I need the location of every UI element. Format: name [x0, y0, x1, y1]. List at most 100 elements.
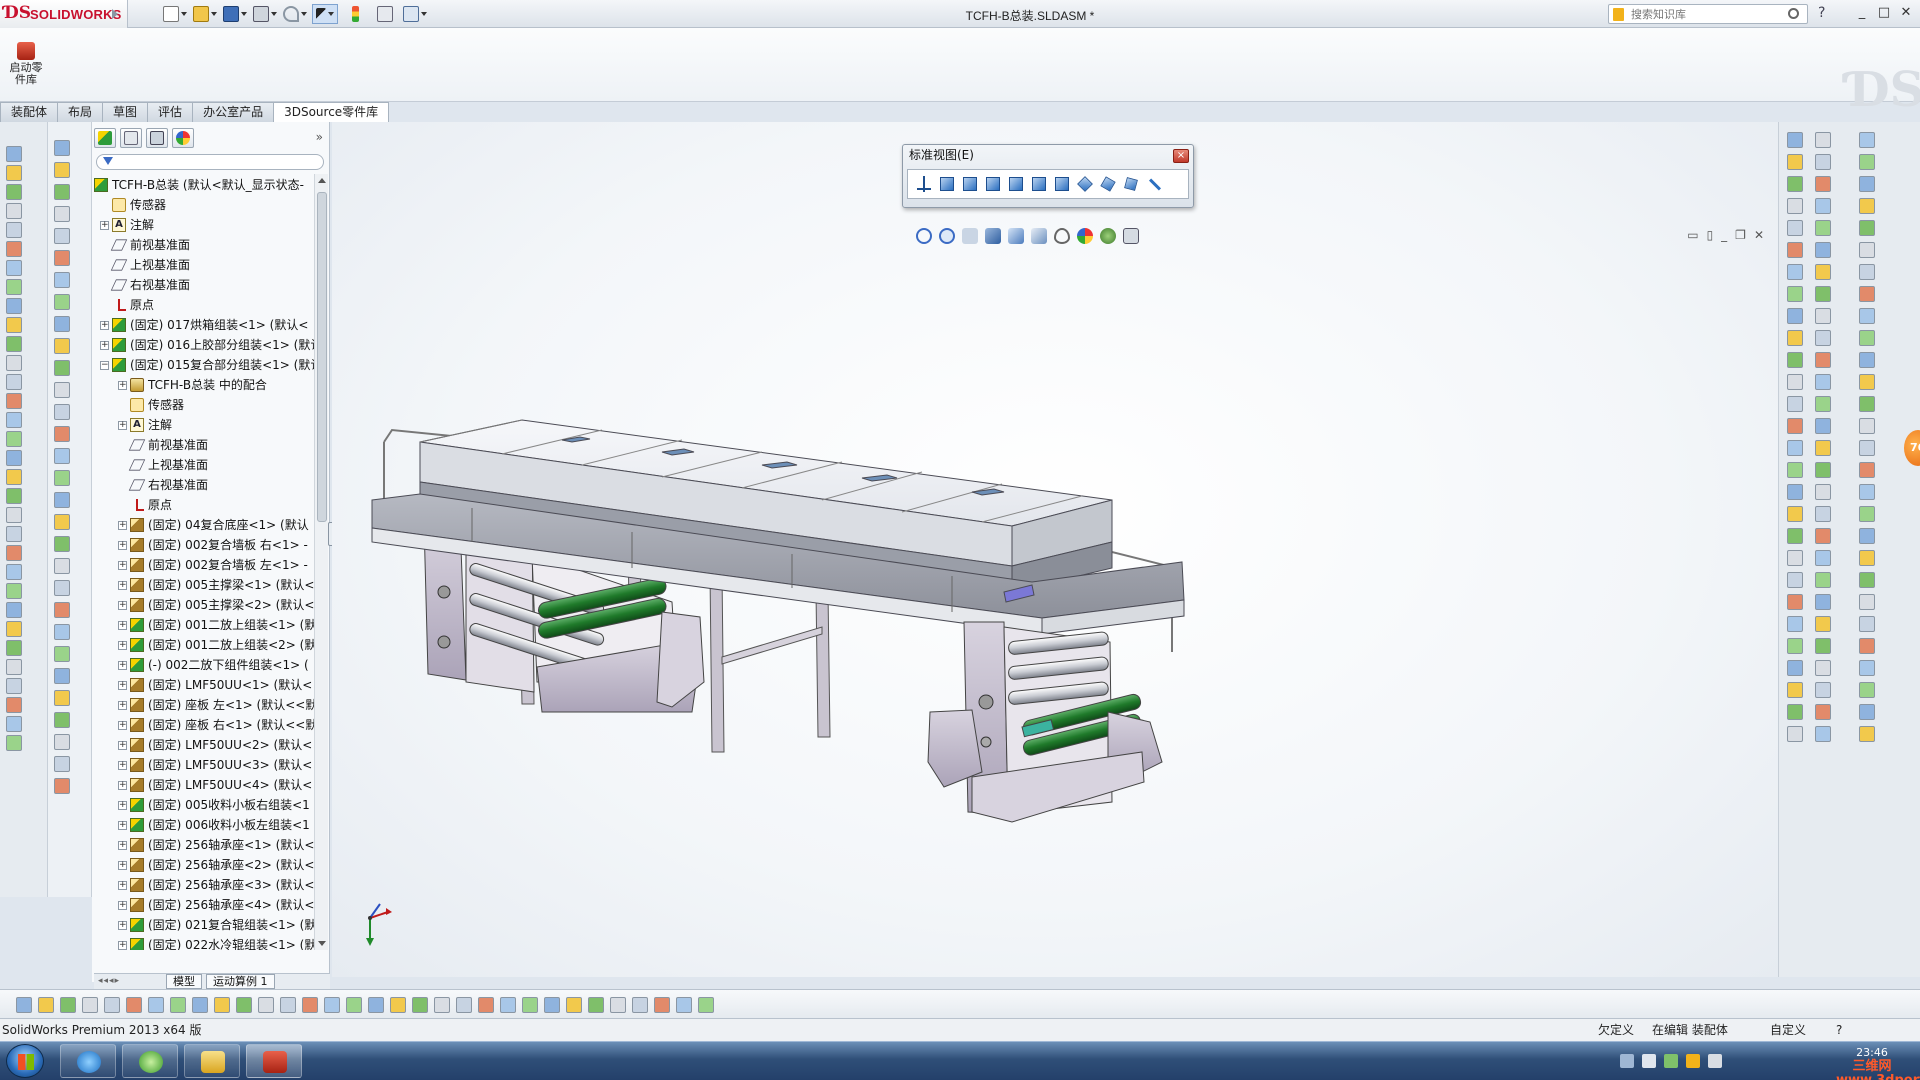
- bottom-tool-icon[interactable]: [346, 997, 362, 1013]
- system-clock[interactable]: 23:46 三维网www.3dportal.cn: [1836, 1046, 1920, 1080]
- expand-toggle-icon[interactable]: +: [118, 841, 127, 850]
- scroll-thumb[interactable]: [317, 192, 327, 522]
- search-knowledge-base[interactable]: [1608, 4, 1808, 24]
- task-pane-tool-icon[interactable]: [1787, 660, 1803, 676]
- help-icon[interactable]: ?: [1818, 5, 1825, 21]
- tree-item[interactable]: + (固定) 006收料小板左组装<1: [92, 816, 314, 834]
- task-pane-tool-icon[interactable]: [1859, 462, 1875, 478]
- bottom-tool-icon[interactable]: [478, 997, 494, 1013]
- bottom-tool-icon[interactable]: [500, 997, 516, 1013]
- tree-item[interactable]: 前视基准面: [92, 236, 314, 254]
- task-pane-tool-icon[interactable]: [1787, 330, 1803, 346]
- tree-item[interactable]: + (固定) 016上胶部分组装<1> (默认: [92, 336, 314, 354]
- tray-help-icon[interactable]: [1642, 1054, 1656, 1068]
- task-pane-tool-icon[interactable]: [1787, 550, 1803, 566]
- tree-item[interactable]: − (固定) 015复合部分组装<1> (默认: [92, 356, 314, 374]
- task-pane-tool-icon[interactable]: [1815, 264, 1831, 280]
- tree-item[interactable]: + TCFH-B总装 中的配合: [92, 376, 314, 394]
- task-pane-tool-icon[interactable]: [1815, 352, 1831, 368]
- left-tool-icon[interactable]: [6, 659, 22, 675]
- assembly-tool-icon[interactable]: [54, 690, 70, 706]
- tray-volume-icon[interactable]: [1708, 1054, 1722, 1068]
- new-document-button[interactable]: [162, 4, 188, 24]
- expand-toggle-icon[interactable]: +: [118, 681, 127, 690]
- left-tool-icon[interactable]: [6, 355, 22, 371]
- assembly-tool-icon[interactable]: [54, 140, 70, 156]
- tree-item[interactable]: + (固定) 002复合墙板 右<1> -: [92, 536, 314, 554]
- bottom-tool-icon[interactable]: [610, 997, 626, 1013]
- expand-toggle-icon[interactable]: +: [118, 621, 127, 630]
- feature-tree-tab[interactable]: [94, 128, 116, 148]
- assembly-tool-icon[interactable]: [54, 536, 70, 552]
- tree-item[interactable]: + (固定) 256轴承座<1> (默认<: [92, 836, 314, 854]
- left-tool-icon[interactable]: [6, 298, 22, 314]
- left-tool-icon[interactable]: [6, 336, 22, 352]
- task-pane-tool-icon[interactable]: [1787, 374, 1803, 390]
- left-tool-icon[interactable]: [6, 564, 22, 580]
- print-button[interactable]: [252, 4, 278, 24]
- tree-item[interactable]: + (固定) 001二放上组装<1> (默: [92, 616, 314, 634]
- tray-flag-icon[interactable]: [1686, 1054, 1700, 1068]
- status-help-icon[interactable]: ?: [1836, 1019, 1842, 1041]
- bottom-tool-icon[interactable]: [214, 997, 230, 1013]
- left-tool-icon[interactable]: [6, 602, 22, 618]
- task-pane-tool-icon[interactable]: [1859, 374, 1875, 390]
- bottom-tool-icon[interactable]: [302, 997, 318, 1013]
- assembly-tool-icon[interactable]: [54, 206, 70, 222]
- tree-item[interactable]: + (固定) 座板 右<1> (默认<<默: [92, 716, 314, 734]
- left-tool-icon[interactable]: [6, 488, 22, 504]
- task-pane-tool-icon[interactable]: [1859, 528, 1875, 544]
- bottom-tool-icon[interactable]: [258, 997, 274, 1013]
- assembly-tool-icon[interactable]: [54, 448, 70, 464]
- tree-item[interactable]: + (固定) LMF50UU<3> (默认<: [92, 756, 314, 774]
- task-pane-tool-icon[interactable]: [1787, 528, 1803, 544]
- bottom-tool-icon[interactable]: [16, 997, 32, 1013]
- left-tool-icon[interactable]: [6, 716, 22, 732]
- left-tool-icon[interactable]: [6, 583, 22, 599]
- task-pane-tool-icon[interactable]: [1815, 132, 1831, 148]
- left-tool-icon[interactable]: [6, 678, 22, 694]
- left-tool-icon[interactable]: [6, 374, 22, 390]
- tree-filter[interactable]: [96, 154, 324, 170]
- left-tool-icon[interactable]: [6, 203, 22, 219]
- task-pane-tool-icon[interactable]: [1859, 176, 1875, 192]
- task-pane-tool-icon[interactable]: [1815, 528, 1831, 544]
- open-button[interactable]: [192, 4, 218, 24]
- bottom-tool-icon[interactable]: [566, 997, 582, 1013]
- tree-item[interactable]: + (固定) LMF50UU<4> (默认<: [92, 776, 314, 794]
- task-pane-tool-icon[interactable]: [1787, 682, 1803, 698]
- bottom-tool-icon[interactable]: [148, 997, 164, 1013]
- task-pane-tool-icon[interactable]: [1859, 418, 1875, 434]
- left-tool-icon[interactable]: [6, 621, 22, 637]
- task-pane-tool-icon[interactable]: [1787, 308, 1803, 324]
- bottom-tool-icon[interactable]: [38, 997, 54, 1013]
- expand-toggle-icon[interactable]: +: [118, 701, 127, 710]
- assembly-tool-icon[interactable]: [54, 580, 70, 596]
- taskbar-internet-explorer[interactable]: [60, 1044, 116, 1078]
- task-pane-tool-icon[interactable]: [1859, 242, 1875, 258]
- left-tool-icon[interactable]: [6, 697, 22, 713]
- tree-item[interactable]: + A 注解: [92, 216, 314, 234]
- left-tool-icon[interactable]: [6, 241, 22, 257]
- expand-toggle-icon[interactable]: +: [118, 821, 127, 830]
- expand-toggle-icon[interactable]: +: [118, 721, 127, 730]
- task-pane-tool-icon[interactable]: [1859, 704, 1875, 720]
- bottom-tool-icon[interactable]: [434, 997, 450, 1013]
- tab-scroll-arrows-icon[interactable]: ◂◂◂▸: [98, 976, 120, 986]
- bottom-tool-icon[interactable]: [170, 997, 186, 1013]
- expand-toggle-icon[interactable]: +: [118, 741, 127, 750]
- task-pane-tool-icon[interactable]: [1859, 352, 1875, 368]
- task-pane-tool-icon[interactable]: [1787, 396, 1803, 412]
- task-pane-tool-icon[interactable]: [1787, 638, 1803, 654]
- task-pane-tool-icon[interactable]: [1815, 440, 1831, 456]
- left-tool-icon[interactable]: [6, 450, 22, 466]
- solidworks-menu-button[interactable]: ƊS SOLIDWORKS: [0, 0, 128, 28]
- bottom-tool-icon[interactable]: [522, 997, 538, 1013]
- left-tool-icon[interactable]: [6, 431, 22, 447]
- bottom-tool-icon[interactable]: [412, 997, 428, 1013]
- left-tool-icon[interactable]: [6, 222, 22, 238]
- assembly-tool-icon[interactable]: [54, 316, 70, 332]
- task-pane-tool-icon[interactable]: [1815, 286, 1831, 302]
- task-pane-tool-icon[interactable]: [1787, 286, 1803, 302]
- assembly-tool-icon[interactable]: [54, 338, 70, 354]
